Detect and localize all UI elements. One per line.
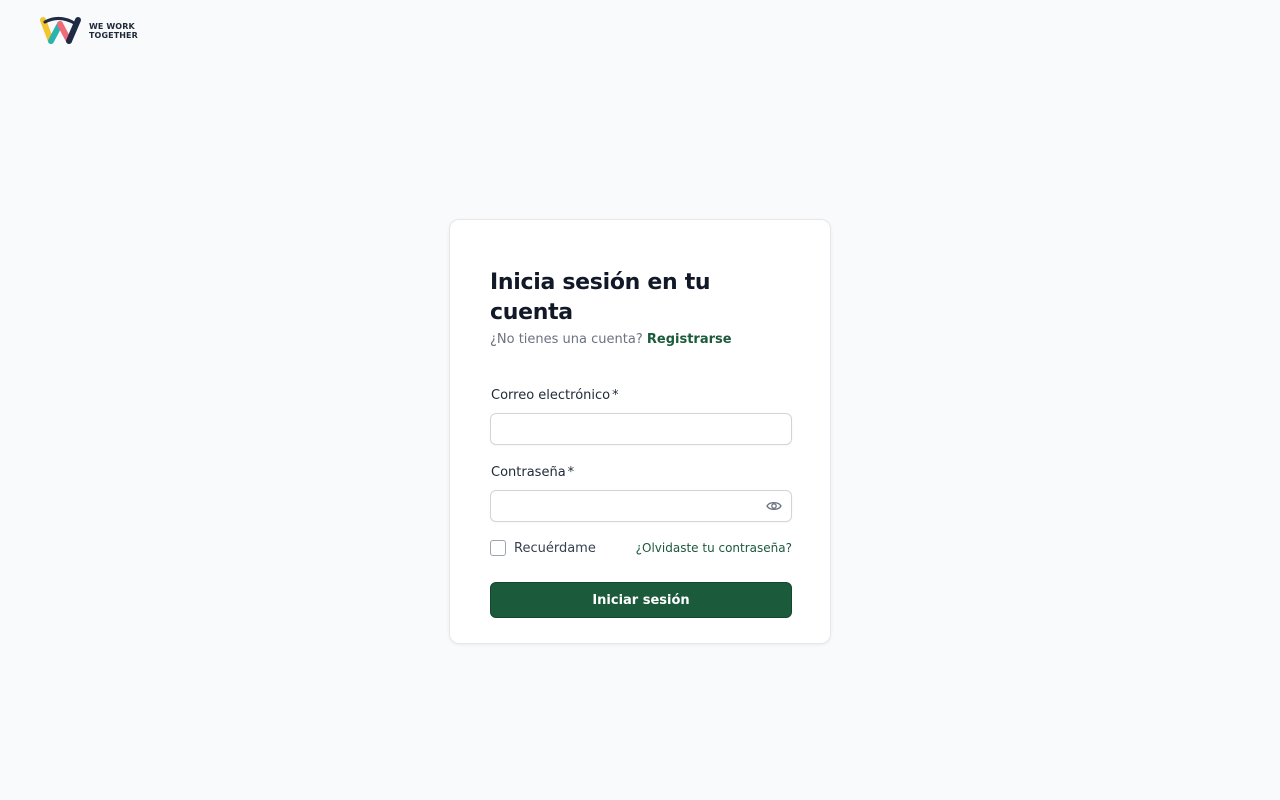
required-mark: *: [567, 465, 575, 480]
remember-me[interactable]: Recuérdame: [490, 540, 596, 556]
login-button[interactable]: Iniciar sesión: [490, 582, 792, 618]
brand-wordmark: WE WORK TOGETHER: [89, 22, 138, 40]
w-logo-icon: [40, 17, 81, 44]
password-label-text: Contraseña: [491, 465, 566, 480]
brand-logo[interactable]: WE WORK TOGETHER: [40, 16, 138, 46]
email-label: Correo electrónico *: [490, 387, 790, 405]
remember-label: Recuérdame: [514, 540, 596, 556]
page-title: Inicia sesión en tu cuenta: [490, 270, 711, 325]
email-label-text: Correo electrónico: [491, 388, 611, 403]
register-prompt: ¿No tienes una cuenta? Registrarse: [490, 331, 790, 349]
password-field[interactable]: [490, 490, 792, 522]
options-row: Recuérdame ¿Olvidaste tu contraseña?: [490, 540, 792, 556]
email-field[interactable]: [490, 413, 792, 445]
password-field-wrapper: [490, 490, 792, 522]
register-link[interactable]: Registrarse: [647, 332, 732, 347]
brand-line-2: TOGETHER: [89, 31, 138, 40]
eye-icon[interactable]: [766, 499, 782, 513]
required-mark: *: [612, 388, 619, 403]
brand-line-1: WE WORK: [89, 22, 135, 31]
password-label: Contraseña *: [490, 464, 790, 482]
forgot-password-link[interactable]: ¿Olvidaste tu contraseña?: [636, 541, 792, 555]
login-card: Inicia sesión en tu cuenta ¿No tienes un…: [449, 219, 831, 644]
remember-checkbox[interactable]: [490, 540, 506, 556]
no-account-text: ¿No tienes una cuenta?: [490, 332, 643, 347]
email-field-wrapper: [490, 413, 792, 445]
